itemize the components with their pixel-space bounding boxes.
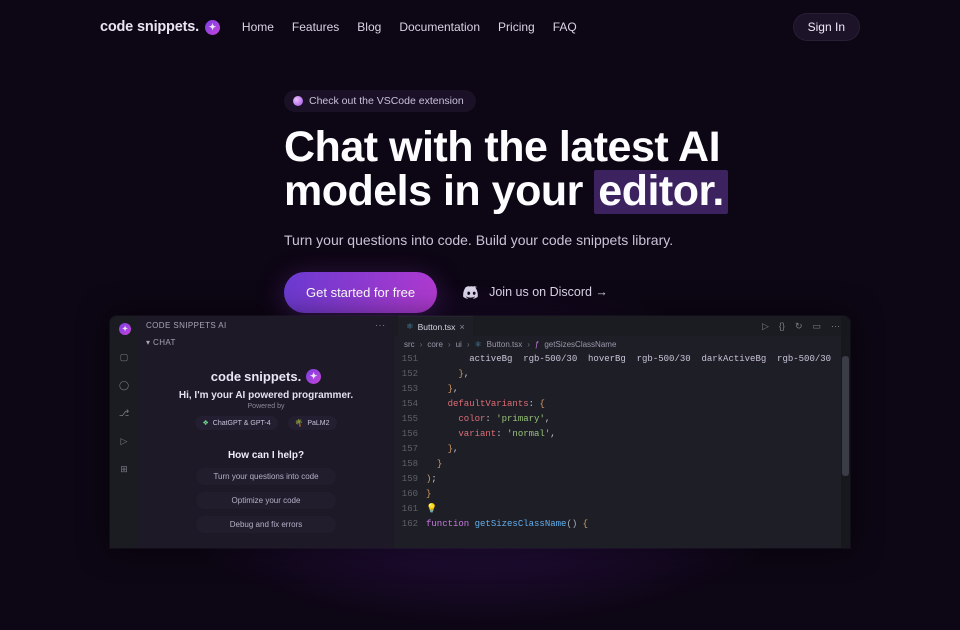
nav-link-documentation[interactable]: Documentation — [399, 20, 480, 34]
tabbar: ⚛ Button.tsx × ▷ {} ↻ ▭ ⋯ — [394, 316, 850, 336]
model-pill-gpt[interactable]: ❖ChatGPT & GPT-4 — [195, 416, 277, 430]
get-started-button[interactable]: Get started for free — [284, 272, 437, 313]
announcement-pill[interactable]: Check out the VSCode extension — [284, 90, 476, 112]
editor: ⚛ Button.tsx × ▷ {} ↻ ▭ ⋯ src› core› ui›… — [394, 316, 850, 548]
logo-badge-icon: ✦ — [205, 20, 220, 35]
tsx-file-icon: ⚛ — [406, 321, 414, 332]
search-icon[interactable]: ◯ — [117, 378, 131, 392]
headline-line-1: Chat with the latest AI — [284, 123, 720, 171]
code-area[interactable]: 151152153154155156157158159160161162 act… — [394, 352, 850, 548]
subtitle: Turn your questions into code. Build you… — [284, 232, 960, 248]
hero: Check out the VSCode extension Chat with… — [0, 40, 960, 313]
sidebar-title: CODE SNIPPETS AI — [146, 321, 227, 330]
sidebar-more-icon[interactable]: ··· — [375, 321, 386, 330]
close-icon[interactable]: × — [459, 322, 464, 332]
extension-icon[interactable]: ✦ — [117, 322, 131, 336]
run-icon[interactable]: ▷ — [117, 434, 131, 448]
powered-by-label: Powered by — [146, 403, 386, 410]
headline: Chat with the latest AI models in your e… — [284, 126, 960, 214]
suggestion-2[interactable]: Optimize your code — [196, 492, 336, 509]
announcement-text: Check out the VSCode extension — [309, 95, 464, 107]
model-pill-palm[interactable]: 🌴PaLM2 — [288, 416, 337, 430]
logo-text-prefix: code — [100, 19, 133, 35]
app-preview: ✦ ▢ ◯ ⎇ ▷ ⊞ CODE SNIPPETS AI ··· ▾ CHAT … — [110, 316, 850, 548]
breadcrumb[interactable]: src› core› ui› ⚛ Button.tsx› ƒ getSizesC… — [394, 336, 850, 352]
play-icon[interactable]: ▷ — [762, 321, 769, 332]
line-gutter: 151152153154155156157158159160161162 — [394, 352, 426, 548]
function-icon: ƒ — [535, 340, 539, 349]
discord-icon — [463, 286, 480, 299]
files-icon[interactable]: ▢ — [117, 350, 131, 364]
editor-tab[interactable]: ⚛ Button.tsx × — [398, 316, 473, 336]
nav-link-home[interactable]: Home — [242, 20, 274, 34]
discord-link[interactable]: Join us on Discord → — [463, 285, 608, 299]
split-icon[interactable]: ▭ — [812, 321, 821, 332]
nav-link-faq[interactable]: FAQ — [553, 20, 577, 34]
headline-highlight: editor. — [594, 170, 728, 214]
refresh-icon[interactable]: ↻ — [795, 321, 803, 332]
model-pills: ❖ChatGPT & GPT-4 🌴PaLM2 — [146, 416, 386, 430]
headline-line-2-prefix: models in your — [284, 167, 594, 215]
chat-sidebar: CODE SNIPPETS AI ··· ▾ CHAT codesnippets… — [138, 316, 394, 548]
navbar: codesnippets. ✦ Home Features Blog Docum… — [0, 0, 960, 40]
nav-link-blog[interactable]: Blog — [357, 20, 381, 34]
logo-badge-icon: ✦ — [306, 369, 321, 384]
scrollbar-track[interactable] — [841, 316, 850, 548]
logo-text-bold: snippets. — [137, 19, 199, 35]
nav-link-features[interactable]: Features — [292, 20, 339, 34]
tab-name: Button.tsx — [418, 322, 456, 332]
cta-row: Get started for free Join us on Discord … — [284, 272, 960, 313]
sparkle-icon — [293, 96, 303, 106]
editor-actions: ▷ {} ↻ ▭ ⋯ — [762, 321, 846, 332]
discord-link-text: Join us on Discord → — [489, 285, 608, 299]
tsx-file-icon: ⚛ — [474, 340, 481, 349]
sidebar-greeting: Hi, I'm your AI powered programmer. — [146, 390, 386, 401]
help-title: How can I help? — [146, 450, 386, 461]
sidebar-logo: codesnippets. ✦ — [146, 369, 386, 384]
nav-links: Home Features Blog Documentation Pricing… — [242, 20, 577, 34]
suggestion-1[interactable]: Turn your questions into code — [196, 468, 336, 485]
extensions-icon[interactable]: ⊞ — [117, 462, 131, 476]
signin-button[interactable]: Sign In — [793, 13, 860, 41]
chat-section-header[interactable]: ▾ CHAT — [146, 338, 386, 347]
scrollbar-thumb[interactable] — [842, 356, 849, 476]
code-content: activeBg rgb-500/30 hoverBg rgb-500/30 d… — [426, 352, 850, 548]
suggestion-3[interactable]: Debug and fix errors — [196, 516, 336, 533]
braces-icon[interactable]: {} — [779, 321, 785, 332]
more-icon[interactable]: ⋯ — [831, 321, 840, 332]
nav-link-pricing[interactable]: Pricing — [498, 20, 535, 34]
source-control-icon[interactable]: ⎇ — [117, 406, 131, 420]
activity-bar: ✦ ▢ ◯ ⎇ ▷ ⊞ — [110, 316, 138, 548]
logo[interactable]: codesnippets. ✦ — [100, 19, 220, 35]
